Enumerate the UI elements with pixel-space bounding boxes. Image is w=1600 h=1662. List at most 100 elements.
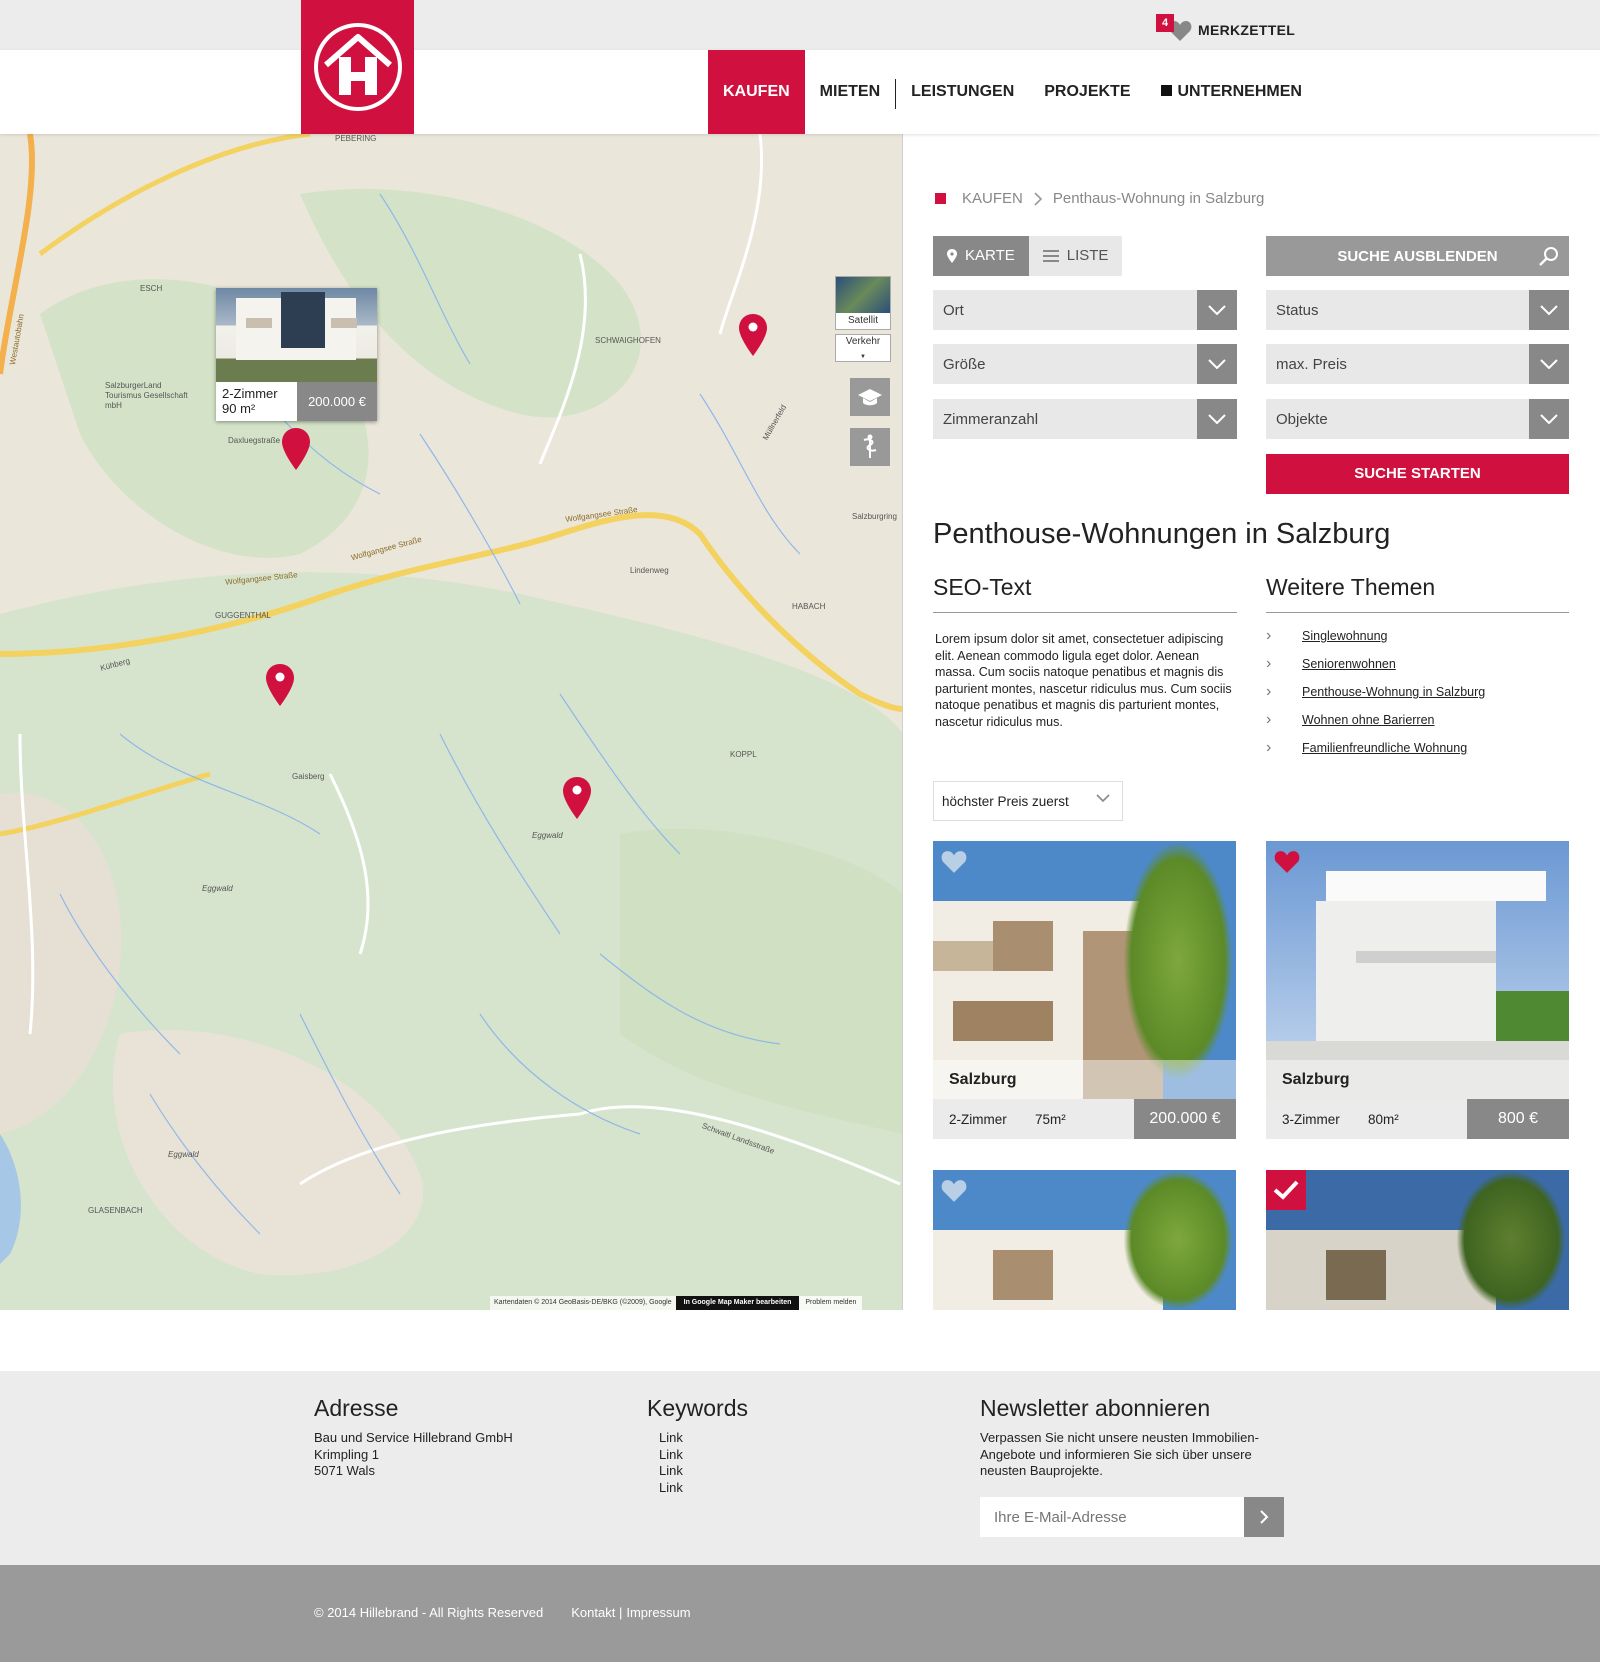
school-filter-button[interactable] bbox=[850, 378, 890, 416]
selected-badge[interactable] bbox=[1266, 1170, 1306, 1210]
map-view-label: KARTE bbox=[965, 247, 1015, 264]
address-line: Bau und Service Hillebrand GmbH bbox=[314, 1430, 513, 1445]
topic-link[interactable]: Seniorenwohnen bbox=[1302, 657, 1396, 671]
newsletter-form bbox=[980, 1497, 1284, 1537]
map-label-gaisberg: Gaisberg bbox=[292, 772, 325, 781]
chevron-down-icon bbox=[1197, 344, 1237, 384]
popup-size: 90 m² bbox=[222, 401, 256, 416]
filter-max-preis[interactable]: max. Preis bbox=[1266, 344, 1569, 384]
topic-link[interactable]: Singlewohnung bbox=[1302, 629, 1388, 643]
list-item: › Singlewohnung bbox=[1266, 622, 1485, 650]
nav-projekte[interactable]: PROJEKTE bbox=[1029, 50, 1145, 134]
seo-text: Lorem ipsum dolor sit amet, consectetuer… bbox=[935, 632, 1232, 729]
topic-link[interactable]: Wohnen ohne Barierren bbox=[1302, 713, 1435, 727]
chevron-right-icon: › bbox=[1266, 711, 1272, 728]
merkzettel-link[interactable]: 4 MERKZETTEL bbox=[1156, 14, 1295, 42]
report-problem-link[interactable]: Problem melden bbox=[799, 1296, 863, 1310]
listing-rooms: 3-Zimmer bbox=[1282, 1111, 1340, 1127]
map-label-eggwald-2: Eggwald bbox=[202, 884, 233, 893]
email-field[interactable] bbox=[980, 1497, 1244, 1537]
heart-outline-icon[interactable] bbox=[941, 849, 967, 875]
map-pin-icon[interactable] bbox=[563, 777, 591, 819]
main-nav: KAUFEN MIETEN LEISTUNGEN PROJEKTE UNTERN… bbox=[708, 50, 1317, 134]
nav-unternehmen[interactable]: UNTERNEHMEN bbox=[1146, 50, 1317, 134]
filter-groesse[interactable]: Größe bbox=[933, 344, 1237, 384]
breadcrumb-root[interactable]: KAUFEN bbox=[962, 190, 1023, 207]
chevron-right-icon: › bbox=[1266, 739, 1272, 756]
map-pin-icon[interactable] bbox=[266, 664, 294, 706]
nav-mieten[interactable]: MIETEN bbox=[805, 50, 895, 134]
caduceus-icon bbox=[863, 434, 877, 458]
chevron-down-icon bbox=[1096, 794, 1110, 803]
filter-ort[interactable]: Ort bbox=[933, 290, 1237, 330]
keyword-link[interactable]: Link bbox=[647, 1430, 748, 1447]
map-pin-icon[interactable] bbox=[282, 428, 310, 470]
heart-outline-icon[interactable] bbox=[941, 1178, 967, 1204]
list-item: › Wohnen ohne Barierren bbox=[1266, 706, 1485, 734]
filter-objekte[interactable]: Objekte bbox=[1266, 399, 1569, 439]
view-toggle: KARTE LISTE bbox=[933, 236, 1123, 276]
keyword-link[interactable]: Link bbox=[647, 1463, 748, 1480]
traffic-toggle[interactable]: Verkehr ▼ bbox=[835, 334, 891, 362]
keyword-link[interactable]: Link bbox=[647, 1480, 748, 1497]
footer-address: Adresse Bau und Service Hillebrand GmbH … bbox=[314, 1395, 513, 1480]
map-popup[interactable]: 2-Zimmer 90 m² 200.000 € bbox=[216, 288, 377, 421]
topic-link[interactable]: Familienfreundliche Wohnung bbox=[1302, 741, 1467, 755]
square-icon bbox=[1160, 85, 1172, 96]
keyword-link[interactable]: Link bbox=[647, 1447, 748, 1464]
footer: Adresse Bau und Service Hillebrand GmbH … bbox=[0, 1371, 1600, 1565]
listing-info: 2-Zimmer 75m² 200.000 € bbox=[933, 1099, 1236, 1139]
map[interactable]: Westautobahn ESCH PEBERING SalzburgerLan… bbox=[0, 134, 903, 1310]
listing-card[interactable]: Salzburg 2-Zimmer 75m² 200.000 € bbox=[933, 841, 1236, 1141]
pharmacy-filter-button[interactable] bbox=[850, 428, 890, 466]
footer-keywords: Keywords Link Link Link Link bbox=[647, 1395, 748, 1496]
mapmaker-link[interactable]: In Google Map Maker bearbeiten bbox=[675, 1296, 800, 1310]
nav-leistungen[interactable]: LEISTUNGEN bbox=[896, 50, 1029, 134]
topic-link[interactable]: Penthouse-Wohnung in Salzburg bbox=[1302, 685, 1485, 699]
map-label-pebering: PEBERING bbox=[335, 134, 377, 143]
filter-ort-label: Ort bbox=[943, 301, 964, 319]
nav-kaufen[interactable]: KAUFEN bbox=[708, 50, 805, 134]
traffic-label: Verkehr bbox=[845, 336, 881, 347]
popup-photo bbox=[216, 288, 377, 382]
popup-rooms: 2-Zimmer bbox=[222, 386, 278, 401]
list-view-button[interactable]: LISTE bbox=[1028, 236, 1123, 276]
filter-status[interactable]: Status bbox=[1266, 290, 1569, 330]
logo[interactable] bbox=[301, 0, 414, 134]
start-search-button[interactable]: SUCHE STARTEN bbox=[1266, 454, 1569, 494]
newsletter-submit-button[interactable] bbox=[1244, 1497, 1284, 1537]
contact-link[interactable]: Kontakt | bbox=[571, 1605, 622, 1620]
satellite-toggle[interactable]: Satellit bbox=[835, 276, 891, 330]
sort-select[interactable]: höchster Preis zuerst bbox=[933, 781, 1123, 821]
search-icon bbox=[1539, 247, 1558, 266]
listing-card[interactable] bbox=[1266, 1170, 1569, 1310]
map-pin-small-icon bbox=[947, 249, 957, 263]
heart-filled-icon[interactable] bbox=[1274, 849, 1300, 875]
listing-card[interactable]: Salzburg 3-Zimmer 80m² 800 € bbox=[1266, 841, 1569, 1141]
topics-divider bbox=[1266, 612, 1569, 613]
imprint-link[interactable]: Impressum bbox=[626, 1605, 690, 1620]
map-pin-icon[interactable] bbox=[739, 314, 767, 356]
map-terrain bbox=[0, 134, 902, 1310]
search-panel: KAUFEN Penthaus-Wohnung in Salzburg KART… bbox=[903, 134, 1600, 1310]
chevron-down-icon bbox=[1197, 399, 1237, 439]
list-icon bbox=[1042, 250, 1059, 262]
listing-card[interactable] bbox=[933, 1170, 1236, 1310]
map-label-salzburgerland: SalzburgerLand Tourismus Gesellschaft mb… bbox=[105, 381, 188, 410]
map-label-guggenthal: GUGGENTHAL bbox=[215, 611, 272, 620]
graduation-cap-icon bbox=[858, 389, 882, 406]
chevron-down-icon bbox=[1197, 290, 1237, 330]
hide-search-button[interactable]: SUCHE AUSBLENDEN bbox=[1266, 236, 1569, 276]
breadcrumb-current: Penthaus-Wohnung in Salzburg bbox=[1052, 190, 1265, 207]
filter-zimmeranzahl[interactable]: Zimmeranzahl bbox=[933, 399, 1237, 439]
top-strip bbox=[0, 0, 1600, 50]
listing-size: 75m² bbox=[1035, 1111, 1066, 1127]
topics-heading: Weitere Themen bbox=[1266, 574, 1436, 600]
map-label-salzburgring: Salzburgring bbox=[852, 512, 897, 521]
map-view-button[interactable]: KARTE bbox=[933, 236, 1029, 276]
list-item: › Familienfreundliche Wohnung bbox=[1266, 734, 1485, 762]
map-label-daxluegstrasse: Daxluegstraße bbox=[228, 436, 281, 445]
chevron-right-icon bbox=[1260, 1510, 1269, 1524]
topics-list: › Singlewohnung › Seniorenwohnen › Penthous… bbox=[1266, 622, 1485, 762]
attribution-data: Kartendaten © 2014 GeoBasis-DE/BKG (©200… bbox=[490, 1296, 676, 1310]
